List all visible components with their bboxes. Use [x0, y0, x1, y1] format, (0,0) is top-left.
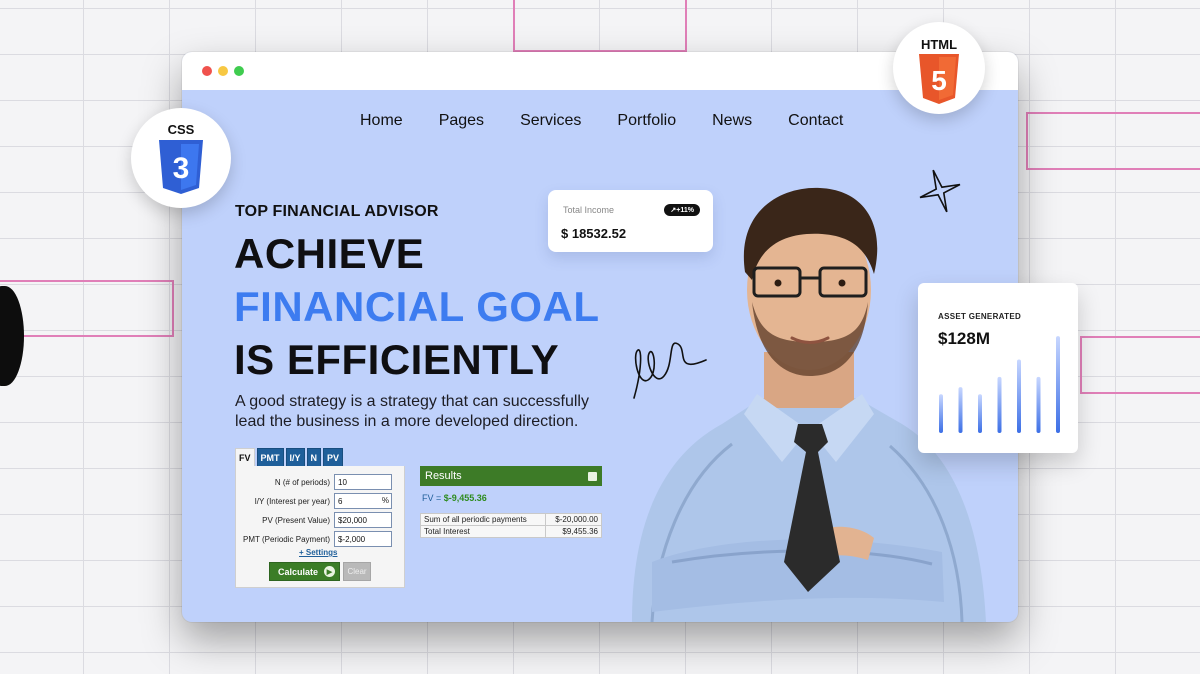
income-label: Total Income: [563, 205, 615, 215]
row-label: Total Interest: [420, 525, 546, 538]
html-badge: HTML 5: [893, 22, 985, 114]
maximize-dot-icon[interactable]: [234, 66, 244, 76]
fv-value: $-9,455.36: [443, 493, 487, 503]
calculator-tabs: FV PMT I/Y N PV: [235, 448, 344, 468]
asset-bar: [939, 394, 943, 433]
fv-label: FV =: [422, 493, 444, 503]
css-number: 3: [173, 152, 190, 185]
nav-item-portfolio[interactable]: Portfolio: [617, 112, 676, 130]
browser-window: Home Pages Services Portfolio News Conta…: [182, 52, 1018, 622]
tab-n[interactable]: N: [306, 448, 322, 468]
tab-fv[interactable]: FV: [235, 448, 255, 468]
row-value: $9,455.36: [544, 525, 603, 538]
field-label: PMT (Periodic Payment): [243, 534, 330, 544]
headline-line-1: ACHIEVE: [234, 230, 425, 277]
fv-result: FV = $-9,455.36: [422, 493, 487, 503]
results-title: Results: [425, 470, 462, 482]
headline-line-2: FINANCIAL GOAL: [234, 283, 600, 330]
main-nav: Home Pages Services Portfolio News Conta…: [360, 112, 843, 130]
field-row-n: N (# of periods): [275, 474, 392, 490]
settings-link[interactable]: + Settings: [299, 548, 337, 557]
field-label: PV (Present Value): [262, 515, 330, 525]
asset-bar: [1017, 359, 1021, 433]
table-row: Sum of all periodic payments $-20,000.00: [420, 513, 603, 526]
field-label: I/Y (Interest per year): [254, 496, 330, 506]
play-icon: ▶: [324, 566, 335, 577]
asset-bar: [978, 394, 982, 433]
headline-line-3: IS EFFICIENTLY: [234, 336, 560, 383]
html-number: 5: [931, 65, 947, 96]
hero-description: A good strategy is a strategy that can s…: [235, 393, 589, 430]
results-header: Results: [420, 466, 602, 486]
minimize-dot-icon[interactable]: [218, 66, 228, 76]
background-accent-box: [1026, 112, 1200, 170]
css3-shield-icon: 3: [159, 140, 203, 194]
table-row: Total Interest $9,455.36: [420, 525, 603, 538]
tab-pv[interactable]: PV: [323, 448, 344, 468]
field-row-pv: PV (Present Value): [262, 512, 392, 528]
background-accent-box: [1080, 336, 1200, 394]
tab-iy[interactable]: I/Y: [285, 448, 305, 468]
hero-eyebrow: TOP FINANCIAL ADVISOR: [235, 203, 439, 220]
clear-button[interactable]: Clear: [343, 562, 371, 581]
row-label: Sum of all periodic payments: [420, 513, 546, 526]
periodic-payment-input[interactable]: [334, 531, 392, 547]
hero-headline: ACHIEVE FINANCIAL GOAL IS EFFICIENTLY: [234, 227, 600, 386]
html5-shield-icon: 5: [919, 54, 959, 104]
results-table: Sum of all periodic payments $-20,000.00…: [420, 513, 603, 538]
tab-pmt[interactable]: PMT: [256, 448, 284, 468]
asset-bar: [958, 387, 963, 433]
field-row-pmt: PMT (Periodic Payment): [243, 531, 392, 547]
nav-item-home[interactable]: Home: [360, 112, 403, 130]
asset-bar: [1036, 376, 1041, 433]
background-accent-box: [0, 280, 174, 337]
calculate-label: Calculate: [278, 566, 319, 577]
calculate-button[interactable]: Calculate ▶: [269, 562, 340, 581]
present-value-input[interactable]: [334, 512, 392, 528]
background-accent-box: [513, 0, 687, 52]
save-icon[interactable]: [588, 471, 597, 481]
nav-item-services[interactable]: Services: [520, 112, 581, 130]
asset-bar: [1056, 336, 1060, 433]
percent-suffix: %: [381, 496, 389, 505]
row-value: $-20,000.00: [544, 513, 603, 526]
nav-item-news[interactable]: News: [712, 112, 752, 130]
field-label: N (# of periods): [274, 477, 330, 487]
field-row-iy: I/Y (Interest per year) %: [255, 493, 392, 509]
asset-bar-chart: [939, 336, 1060, 433]
nav-item-contact[interactable]: Contact: [788, 112, 843, 130]
n-periods-input[interactable]: [334, 474, 392, 490]
asset-bar: [997, 376, 1002, 433]
nav-item-pages[interactable]: Pages: [439, 112, 484, 130]
asset-generated-card: ASSET GENERATED $128M: [918, 283, 1078, 453]
interest-input-wrap: %: [334, 493, 392, 509]
close-dot-icon[interactable]: [202, 66, 212, 76]
css-badge: CSS 3: [131, 108, 231, 208]
